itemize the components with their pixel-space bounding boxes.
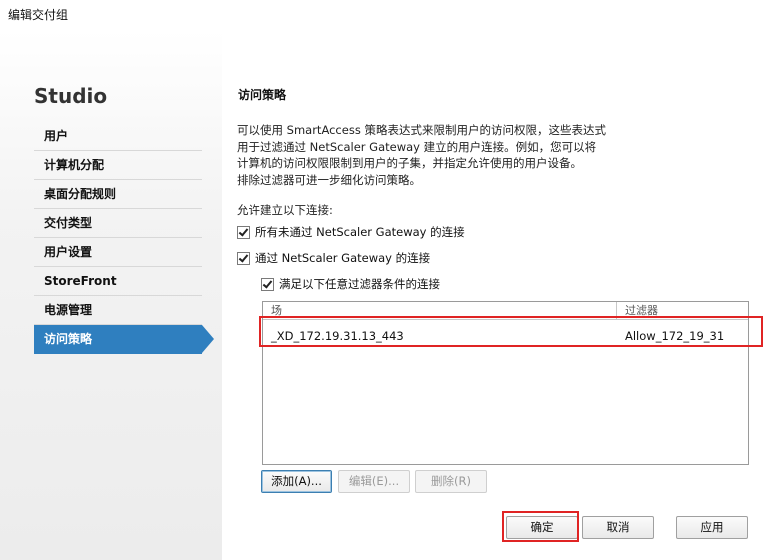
gateway-option[interactable]: 通过 NetScaler Gateway 的连接 [237,250,430,266]
sidebar-item-user-settings[interactable]: 用户设置 [34,238,202,267]
description-line: 用于过滤通过 NetScaler Gateway 建立的用户连接。例如，您可以将 [237,139,597,154]
apply-button[interactable]: 应用 [676,516,748,539]
sidebar-item-delivery-type[interactable]: 交付类型 [34,209,202,238]
checkmark-icon [262,277,273,289]
description-line: 可以使用 SmartAccess 策略表达式来限制用户的访问权限，这些表达式 [237,123,606,137]
checkmark-icon [238,251,249,263]
filter-option[interactable]: 满足以下任意过滤器条件的连接 [261,276,440,292]
delete-button[interactable]: 删除(R) [415,470,487,493]
description: 可以使用 SmartAccess 策略表达式来限制用户的访问权限，这些表达式 用… [237,122,637,188]
non-gateway-label: 所有未通过 NetScaler Gateway 的连接 [255,225,465,239]
filter-label: 满足以下任意过滤器条件的连接 [279,277,440,291]
cancel-button[interactable]: 取消 [582,516,654,539]
studio-brand: Studio [34,84,108,108]
table-row[interactable]: _XD_172.19.31.13_443 Allow_172_19_31 [263,324,748,348]
ok-button[interactable]: 确定 [506,516,578,539]
edit-button[interactable]: 编辑(E)... [338,470,410,493]
sidebar-nav: 用户 计算机分配 桌面分配规则 交付类型 用户设置 StoreFront 电源管… [34,122,214,354]
filter-table: 场 过滤器 _XD_172.19.31.13_443 Allow_172_19_… [262,301,749,465]
gateway-checkbox[interactable] [237,251,250,265]
add-button[interactable]: 添加(A)... [261,470,332,493]
sidebar-item-machine-allocation[interactable]: 计算机分配 [34,151,202,180]
column-header-farm[interactable]: 场 [263,302,617,319]
sidebar-item-storefront[interactable]: StoreFront [34,267,202,296]
checkmark-icon [238,225,249,237]
non-gateway-option[interactable]: 所有未通过 NetScaler Gateway 的连接 [237,224,465,240]
sidebar-item-users[interactable]: 用户 [34,122,202,151]
table-header: 场 过滤器 [263,302,748,320]
page-title: 访问策略 [238,88,287,102]
gateway-label: 通过 NetScaler Gateway 的连接 [255,251,431,265]
filter-cell: Allow_172_19_31 [625,329,725,343]
main-panel: 访问策略 可以使用 SmartAccess 策略表达式来限制用户的访问权限，这些… [222,74,779,560]
description-line: 排除过滤器可进一步细化访问策略。 [237,172,421,187]
sidebar-item-power-management[interactable]: 电源管理 [34,296,202,325]
window-title: 编辑交付组 [8,8,69,22]
column-header-filter[interactable]: 过滤器 [617,302,748,319]
sidebar-item-access-policy[interactable]: 访问策略 [34,325,214,354]
filter-checkbox[interactable] [261,277,274,291]
non-gateway-checkbox[interactable] [237,225,250,239]
farm-cell: _XD_172.19.31.13_443 [271,329,404,343]
title-bar: 编辑交付组 [0,0,779,30]
allow-connections-label: 允许建立以下连接: [237,203,333,217]
description-line: 计算机的访问权限限制到用户的子集，并指定允许使用的用户设备。 [237,156,582,170]
sidebar-item-desktop-assignment-rules[interactable]: 桌面分配规则 [34,180,202,209]
